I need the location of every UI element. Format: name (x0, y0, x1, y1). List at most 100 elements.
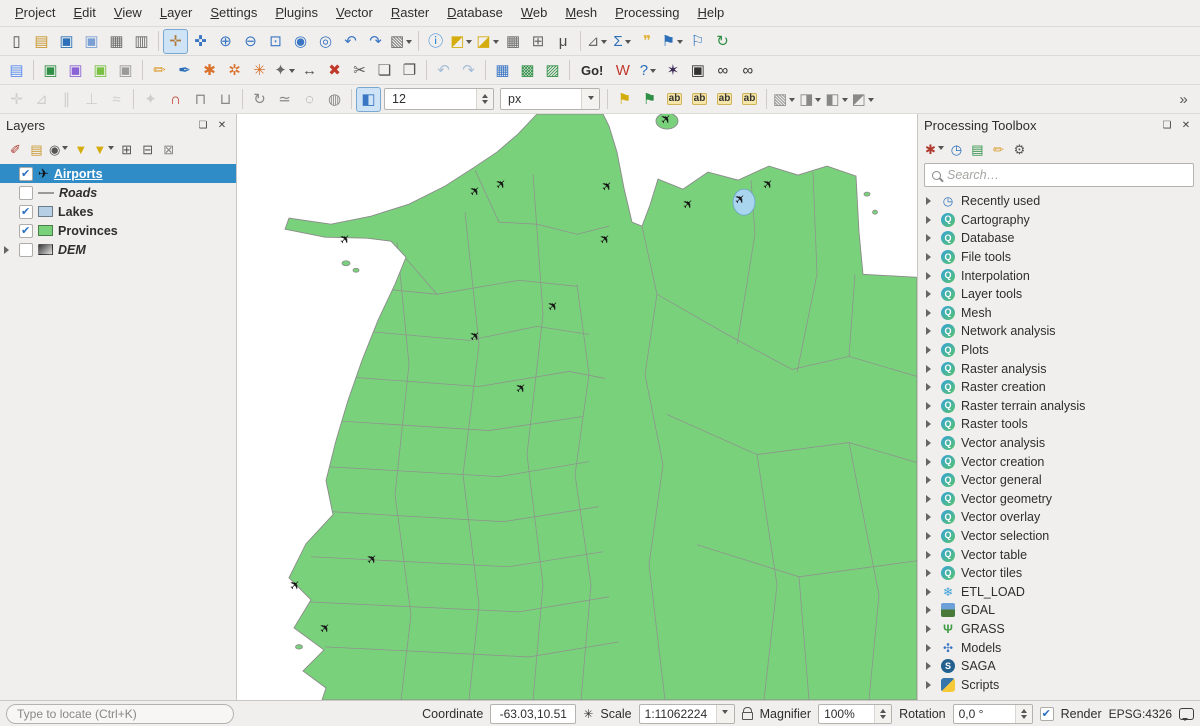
chevron-right-icon[interactable] (926, 681, 935, 689)
lock-scale-icon[interactable] (742, 712, 753, 720)
extents-icon[interactable]: ✳ (583, 707, 593, 721)
pan-to-selection[interactable]: ✜ (188, 29, 213, 54)
new-print-layout[interactable]: ▦ (104, 29, 129, 54)
checker-tool[interactable]: ▨ (540, 58, 565, 83)
measure[interactable]: ⊿ (585, 29, 610, 54)
pan-map[interactable]: ✛ (163, 29, 188, 54)
add-ring[interactable]: ◌ (297, 87, 322, 112)
chevron-right-icon[interactable] (926, 402, 935, 410)
manage-map-themes-button[interactable]: ◉ (47, 139, 70, 160)
menu-raster[interactable]: Raster (382, 0, 438, 26)
layer-item-airports[interactable]: ✈Airports (0, 164, 236, 183)
rotation-spin[interactable]: 0,0 ° (953, 704, 1033, 724)
toolbox-group-recently-used[interactable]: ◷Recently used (918, 192, 1200, 211)
toolbox-group-database[interactable]: QDatabase (918, 229, 1200, 248)
chevron-right-icon[interactable] (926, 588, 935, 596)
add-line-feature[interactable]: ✳ (247, 58, 272, 83)
chevron-right-icon[interactable] (926, 662, 935, 670)
refresh-map[interactable]: ↻ (710, 29, 735, 54)
chevron-right-icon[interactable] (926, 458, 935, 466)
chevron-right-icon[interactable] (926, 532, 935, 540)
chevron-right-icon[interactable] (926, 272, 935, 280)
copy-features[interactable]: ❏ (372, 58, 397, 83)
locate-input[interactable] (6, 704, 234, 724)
toolbox-group-scripts[interactable]: Scripts (918, 675, 1200, 694)
chevron-right-icon[interactable] (926, 551, 935, 559)
field-calculator[interactable]: ⊞ (526, 29, 551, 54)
move-feature[interactable]: ↔ (297, 58, 322, 83)
select-features[interactable]: ◩ (448, 29, 474, 54)
chevron-right-icon[interactable] (926, 253, 935, 261)
move-label[interactable]: ab (687, 87, 712, 112)
text-annotation-tool[interactable]: ◧ (356, 87, 381, 112)
edit-in-place-button[interactable]: ✏ (988, 139, 1009, 160)
dropdown-arrow[interactable] (581, 89, 599, 109)
zoom-next[interactable]: ↷ (363, 29, 388, 54)
messages-icon[interactable] (1179, 708, 1194, 720)
zoom-last[interactable]: ↶ (338, 29, 363, 54)
history-button[interactable]: ◷ (946, 139, 967, 160)
toolbox-group-plots[interactable]: QPlots (918, 341, 1200, 360)
layer-item-roads[interactable]: Roads (0, 183, 236, 202)
snapping-magnet[interactable]: ∩ (163, 87, 188, 112)
decoration-group[interactable]: ◩ (850, 87, 876, 112)
remove-layer-button[interactable]: ⊠ (158, 139, 179, 160)
spin-up-icon[interactable] (880, 706, 886, 713)
show-bookmarks[interactable]: ⚐ (685, 29, 710, 54)
toolbox-group-network-analysis[interactable]: QNetwork analysis (918, 322, 1200, 341)
statistical-summary[interactable]: μ (551, 29, 576, 54)
cut-features[interactable]: ✂ (347, 58, 372, 83)
identify-features[interactable]: ⓘ (423, 29, 448, 54)
layer-item-provinces[interactable]: Provinces (0, 221, 236, 240)
new-map-view[interactable]: ▧ (388, 29, 414, 54)
avoid-overlap[interactable]: ⊔ (213, 87, 238, 112)
zoom-in[interactable]: ⊕ (213, 29, 238, 54)
plugin-w[interactable]: W (610, 58, 635, 83)
chevron-right-icon[interactable] (926, 495, 935, 503)
open-data-source-manager[interactable]: ▤ (4, 58, 29, 83)
toolbox-group-etl-load[interactable]: ❄ETL_LOAD (918, 582, 1200, 601)
font-size-spin[interactable]: 12 (384, 88, 494, 110)
save-layer-edits[interactable]: ✒ (172, 58, 197, 83)
plugin-bug[interactable]: ✶ (660, 58, 685, 83)
raster-grid[interactable]: ▩ (515, 58, 540, 83)
expander-icon[interactable] (3, 246, 14, 254)
chevron-right-icon[interactable] (926, 216, 935, 224)
menu-web[interactable]: Web (512, 0, 557, 26)
map-tips[interactable]: ❞ (635, 29, 660, 54)
toolbox-group-vector-tiles[interactable]: QVector tiles (918, 564, 1200, 583)
toolbox-group-interpolation[interactable]: QInterpolation (918, 266, 1200, 285)
zoom-full[interactable]: ⊡ (263, 29, 288, 54)
chevron-right-icon[interactable] (926, 197, 935, 205)
toolbox-group-vector-selection[interactable]: QVector selection (918, 527, 1200, 546)
chevron-right-icon[interactable] (926, 346, 935, 354)
chevron-right-icon[interactable] (926, 383, 935, 391)
crs-label[interactable]: EPSG:4326 (1109, 707, 1172, 721)
spin-down-icon[interactable] (880, 715, 886, 722)
chevron-right-icon[interactable] (926, 625, 935, 633)
toolbox-group-cartography[interactable]: QCartography (918, 211, 1200, 230)
pin-unpin-labels[interactable]: ⚑ (637, 87, 662, 112)
spin-down-icon[interactable] (1021, 715, 1027, 722)
chevron-right-icon[interactable] (926, 365, 935, 373)
new-project[interactable]: ▯ (4, 29, 29, 54)
digitize-with-segment[interactable]: ✱ (197, 58, 222, 83)
float-panel-icon[interactable]: ❏ (195, 117, 211, 133)
toolbox-group-file-tools[interactable]: QFile tools (918, 248, 1200, 267)
new-shapefile-layer[interactable]: ▣ (63, 58, 88, 83)
chevron-right-icon[interactable] (926, 476, 935, 484)
highlight-pinned-labels[interactable]: ⚑ (612, 87, 637, 112)
scale-dropdown-arrow[interactable] (716, 705, 734, 723)
chevron-right-icon[interactable] (926, 327, 935, 335)
new-bookmark[interactable]: ⚑ (660, 29, 685, 54)
attributes-grid[interactable]: ▦ (490, 58, 515, 83)
new-spatialite-layer[interactable]: ▣ (88, 58, 113, 83)
add-group-button[interactable]: ▤ (26, 139, 47, 160)
scale-combo[interactable]: 1:11062224 (639, 704, 735, 724)
layer-checkbox[interactable] (19, 205, 33, 219)
chevron-right-icon[interactable] (926, 513, 935, 521)
layer-checkbox[interactable] (19, 167, 33, 181)
legend-group[interactable]: ◧ (823, 87, 849, 112)
render-checkbox[interactable] (1040, 707, 1054, 721)
toolbox-group-vector-geometry[interactable]: QVector geometry (918, 490, 1200, 509)
